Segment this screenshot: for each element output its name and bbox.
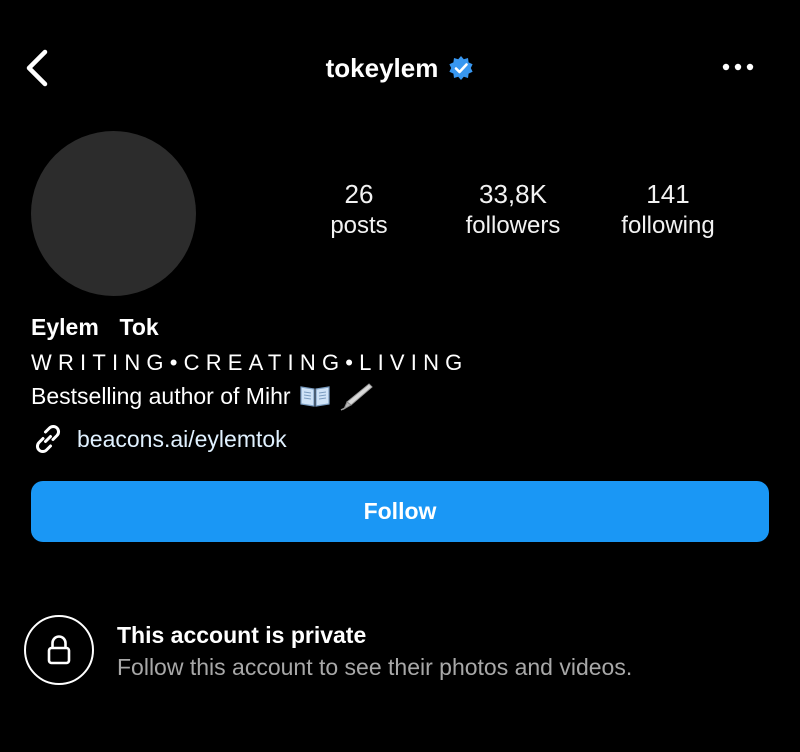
more-options-button[interactable] [716, 52, 760, 82]
fountain-pen-icon [340, 383, 373, 411]
private-lock-badge [24, 615, 94, 685]
open-book-icon [299, 386, 330, 407]
bio-tagline: WRITING•CREATING•LIVING [31, 350, 469, 375]
follow-button[interactable]: Follow [31, 481, 769, 542]
top-bar: tokeylem [0, 0, 800, 136]
stat-followers[interactable]: 33,8K followers [433, 178, 593, 242]
username: tokeylem [325, 53, 439, 83]
private-notice-subtitle: Follow this account to see their photos … [117, 654, 633, 680]
stat-posts[interactable]: 26 posts [279, 178, 439, 242]
link-icon [35, 424, 61, 454]
display-name: Eylem Tok [31, 314, 159, 340]
header-title: tokeylem [326, 50, 475, 86]
stat-followers-label: followers [465, 212, 561, 239]
private-notice-title: This account is private [117, 622, 367, 648]
lock-icon [47, 635, 71, 665]
more-horizontal-icon [722, 63, 754, 71]
profile-link[interactable]: beacons.ai/eylemtok [31, 422, 287, 456]
stat-following-value: 141 [646, 179, 690, 209]
profile-link-text: beacons.ai/eylemtok [77, 426, 287, 452]
bio-text: Bestselling author of Mihr [31, 383, 291, 409]
stat-posts-value: 26 [344, 179, 374, 209]
stat-following-label: following [621, 212, 715, 239]
stat-posts-label: posts [330, 212, 388, 239]
header-title-wrap: tokeylem [0, 50, 800, 86]
avatar[interactable] [31, 131, 196, 296]
bio-line: Bestselling author of Mihr [31, 381, 373, 411]
stat-followers-value: 33,8K [479, 179, 547, 209]
stat-following[interactable]: 141 following [588, 178, 748, 242]
verified-badge-icon [449, 56, 473, 80]
